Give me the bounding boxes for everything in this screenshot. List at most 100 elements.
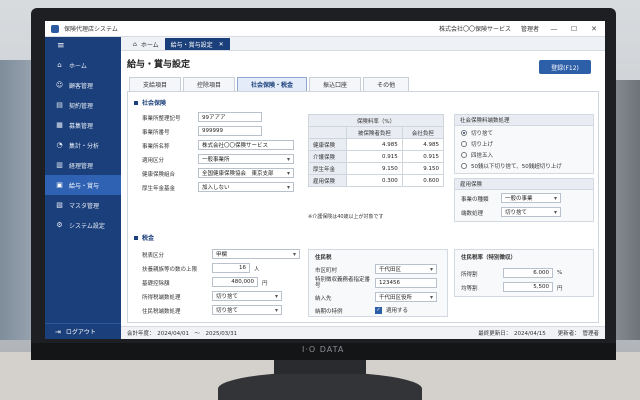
- rounding-option[interactable]: 切り上げ: [461, 140, 493, 148]
- customer-icon: ☺: [55, 81, 64, 89]
- equal-rate-input[interactable]: 5,500: [503, 282, 553, 292]
- business-type-label: 事業の種類: [461, 197, 489, 203]
- rounding-option[interactable]: 四捨五入: [461, 151, 493, 159]
- radio-icon: [461, 130, 467, 136]
- logout-label: ログアウト: [65, 329, 96, 336]
- rate-company-cell[interactable]: 4.985: [401, 138, 445, 151]
- business-type-select[interactable]: 一般の事業: [501, 193, 561, 203]
- city-select[interactable]: 千代田区: [375, 264, 437, 274]
- insurance-rate-table: 保険料率（%） 被保険者負担 会社負担 健康保険 4.985 4.985 介護保険 0.…: [308, 114, 445, 187]
- sidebar-item-label: 契約管理: [69, 102, 94, 110]
- equal-rate-unit: 円: [557, 286, 563, 292]
- subtab-1[interactable]: 控除項目: [183, 77, 236, 91]
- tax-class-select[interactable]: 甲欄: [212, 249, 300, 259]
- sidebar-item-customer[interactable]: ☺ 顧客管理: [45, 75, 121, 95]
- dependents-label: 扶養親族等の数の上限: [142, 267, 198, 273]
- subtab-3[interactable]: 振込口座: [309, 77, 362, 91]
- sidebar-item-label: 集計・分析: [69, 142, 100, 150]
- close-icon[interactable]: ✕: [589, 25, 599, 33]
- social-field-select[interactable]: 一般事業所: [198, 154, 294, 164]
- maximize-icon[interactable]: ☐: [569, 25, 579, 33]
- resident-tax-round-select[interactable]: 切り捨て: [212, 305, 282, 315]
- rounding-option-label: 50銭以下切り捨て、50銭超切り上げ: [471, 164, 562, 170]
- special-collection-input[interactable]: 123456: [375, 278, 437, 288]
- rate-employee-cell[interactable]: 0.915: [346, 150, 403, 163]
- social-field-label: 厚生年金基金: [142, 186, 176, 192]
- payment-exception-checkbox[interactable]: ✓ 適用する: [375, 306, 408, 314]
- document-tabs: ⌂ ホーム 給与・賞与設定 ✕: [121, 37, 605, 51]
- resident-tax-group: 住民税 市区町村 千代田区 特別徴収義務者指定番号 123456 納入先 千代田…: [308, 249, 448, 317]
- rate-row: 健康保険 4.985 4.985: [308, 138, 445, 151]
- income-rate-input[interactable]: 6.000: [503, 268, 553, 278]
- subtab-4[interactable]: その他: [363, 77, 410, 91]
- sidebar-item-label: ホーム: [69, 62, 87, 70]
- rounding-group: 社会保険料端数処理 切り捨て切り上げ四捨五入 50銭以下切り捨て、50銭超切り上げ: [454, 114, 594, 174]
- social-field-label: 適用区分: [142, 158, 165, 164]
- social-field-input[interactable]: 株式会社〇〇保険サービス: [198, 140, 294, 150]
- fiscal-year: 会計年度： 2024/04/01 ～ 2025/03/31: [127, 331, 238, 337]
- rate-employee-cell[interactable]: 4.985: [346, 138, 403, 151]
- sidebar-item-label: 顧客管理: [69, 82, 94, 90]
- sidebar-item-contract[interactable]: ▤ 契約管理: [45, 95, 121, 115]
- special-rate-title: 住民税率（特別徴収）: [461, 255, 517, 261]
- social-field-select[interactable]: 加入しない: [198, 182, 294, 192]
- rounding-title: 社会保険料端数処理: [455, 115, 593, 126]
- sidebar-item-accounting[interactable]: ▥ 経理管理: [45, 155, 121, 175]
- sidebar: ≡ ⌂ ホーム ☺ 顧客管理 ▤ 契約管理 ▦ 募集管理 ◔ 集計・分析 ▥ 経理管理 ▣ 給与・賞与 ▧ マ…: [45, 37, 121, 339]
- rate-row: 介護保険 0.915 0.915: [308, 150, 445, 163]
- rate-company-cell[interactable]: 9.150: [401, 162, 445, 175]
- sidebar-item-recruit[interactable]: ▦ 募集管理: [45, 115, 121, 135]
- tab-home[interactable]: ⌂ ホーム: [127, 38, 165, 50]
- checkmark-icon: ✓: [375, 306, 382, 314]
- sidebar-item-settings[interactable]: ⚙ システム設定: [45, 215, 121, 235]
- rate-row-label: 雇用保険: [308, 174, 347, 187]
- income-tax-round-label: 所得税端数処理: [142, 295, 181, 301]
- tab-close-icon[interactable]: ✕: [219, 41, 224, 48]
- status-bar: 会計年度： 2024/04/01 ～ 2025/03/31 最終更新日： 202…: [121, 326, 605, 339]
- social-field-input[interactable]: 99アアア: [198, 112, 262, 122]
- sidebar-item-payroll[interactable]: ▣ 給与・賞与: [45, 175, 121, 195]
- basic-deduction-input[interactable]: 480,000: [212, 277, 258, 287]
- rounding-option-label: 四捨五入: [471, 153, 494, 159]
- sidebar-item-label: システム設定: [69, 222, 105, 230]
- social-field-input[interactable]: 999999: [198, 126, 262, 136]
- menu-icon[interactable]: ≡: [45, 37, 121, 55]
- subtab-0[interactable]: 支給項目: [129, 77, 182, 91]
- rounding-option[interactable]: 切り捨て: [461, 129, 493, 137]
- monitor-stand: [274, 360, 366, 374]
- rate-header-company: 会社負担: [401, 126, 445, 139]
- employment-fraction-select[interactable]: 切り捨て: [501, 207, 561, 217]
- register-button[interactable]: 登録(F12): [539, 60, 591, 74]
- logout-button[interactable]: ⇥ ログアウト: [45, 323, 121, 339]
- settings-panel: 社会保険 事業所整理記号 99アアア 事業所番号 999999 事業所名称 株式会社〇〇保…: [127, 91, 599, 323]
- special-rate-group: 住民税率（特別徴収） 所得割 6.000 % 均等割 5,500 円: [454, 249, 594, 297]
- pay-to-select[interactable]: 千代田区役所: [375, 292, 437, 302]
- tab-payroll-settings[interactable]: 給与・賞与設定 ✕: [164, 38, 230, 50]
- page-title: 給与・賞与設定: [127, 60, 191, 70]
- payment-exception-text: 適用する: [386, 308, 409, 314]
- tab-payroll-label: 給与・賞与設定: [170, 41, 213, 49]
- subtab-2[interactable]: 社会保険・税金: [237, 77, 308, 91]
- sidebar-item-home[interactable]: ⌂ ホーム: [45, 55, 121, 75]
- radio-icon: [461, 141, 467, 147]
- income-tax-round-select[interactable]: 切り捨て: [212, 291, 282, 301]
- rate-row: 厚生年金 9.150 9.150: [308, 162, 445, 175]
- sidebar-item-analysis[interactable]: ◔ 集計・分析: [45, 135, 121, 155]
- radio-icon: [461, 152, 467, 158]
- master-icon: ▧: [56, 201, 63, 209]
- rate-company-cell[interactable]: 0.915: [401, 150, 445, 163]
- rounding-option-label: 切り捨て: [471, 131, 494, 137]
- sidebar-item-master[interactable]: ▧ マスタ管理: [45, 195, 121, 215]
- app-title: 保険代理店システム: [64, 26, 118, 33]
- equal-rate-label: 均等割: [461, 286, 478, 292]
- rate-row-label: 介護保険: [308, 150, 347, 163]
- social-field-select[interactable]: 全国健康保険協会 東京支部: [198, 168, 294, 178]
- radio-icon: [461, 163, 467, 169]
- rate-employee-cell[interactable]: 0.300: [346, 174, 403, 187]
- special-collection-label: 特別徴収義務者指定番号: [315, 277, 371, 289]
- rounding-option[interactable]: 50銭以下切り捨て、50銭超切り上げ: [461, 162, 562, 170]
- dependents-input[interactable]: 16: [212, 263, 250, 273]
- rate-company-cell[interactable]: 0.600: [401, 174, 445, 187]
- minimize-icon[interactable]: —: [549, 25, 559, 33]
- rate-employee-cell[interactable]: 9.150: [346, 162, 403, 175]
